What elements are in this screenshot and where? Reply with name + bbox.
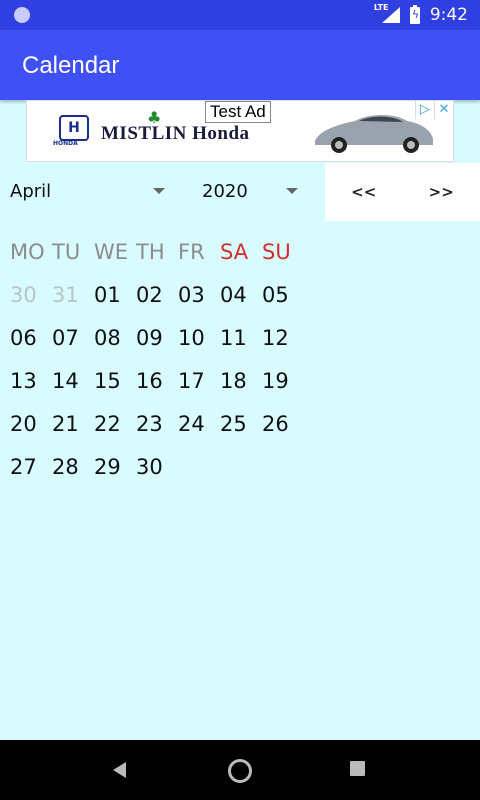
day-cell[interactable]: 17 — [168, 369, 210, 393]
week-row: 30 31 01 02 03 04 05 — [0, 273, 480, 316]
lte-signal-icon: LTE — [374, 3, 400, 25]
previous-month-button[interactable]: << — [325, 163, 403, 221]
weekday-header-row: MO TU WE TH FR SA SU — [0, 230, 480, 273]
day-cell[interactable]: 24 — [168, 412, 210, 436]
month-navigation: << >> — [325, 163, 480, 221]
ad-info-icon[interactable]: ▷ — [415, 101, 434, 119]
day-cell[interactable]: 20 — [0, 412, 42, 436]
day-cell-outside-month[interactable]: 31 — [42, 283, 84, 307]
day-cell[interactable]: 11 — [210, 326, 252, 350]
recent-apps-icon[interactable] — [350, 761, 365, 776]
weekday-header-weekend: SU — [262, 239, 291, 264]
week-row: 06 07 08 09 10 11 12 — [0, 316, 480, 359]
year-dropdown-arrow-icon — [286, 188, 298, 194]
day-cell[interactable]: 05 — [252, 283, 294, 307]
calendar-controls: April 2020 << >> — [0, 163, 480, 223]
week-row: 13 14 15 16 17 18 19 — [0, 359, 480, 402]
day-cell[interactable]: 12 — [252, 326, 294, 350]
honda-logo-icon: H — [59, 115, 89, 141]
month-select-value: April — [10, 181, 52, 202]
battery-icon: ϟ — [409, 4, 420, 24]
notification-icon — [14, 7, 30, 23]
week-row: 27 28 29 30 — [0, 445, 480, 488]
weekday-header: TU — [52, 239, 81, 264]
day-cell[interactable]: 25 — [210, 412, 252, 436]
ad-brand-text: MISTLIN Honda — [101, 123, 250, 144]
day-cell[interactable]: 26 — [252, 412, 294, 436]
day-cell[interactable]: 09 — [126, 326, 168, 350]
weekday-header: MO — [10, 239, 45, 264]
ad-banner[interactable]: H HONDA ♣ MISTLIN Honda Test Ad ▷ ✕ — [26, 100, 454, 162]
status-bar: LTE ϟ 9:42 — [0, 0, 480, 30]
day-cell[interactable]: 21 — [42, 412, 84, 436]
day-cell[interactable]: 23 — [126, 412, 168, 436]
day-cell[interactable]: 02 — [126, 283, 168, 307]
day-cell[interactable]: 13 — [0, 369, 42, 393]
back-icon[interactable] — [113, 762, 126, 778]
home-icon[interactable] — [228, 759, 252, 783]
day-cell[interactable]: 27 — [0, 455, 42, 479]
day-cell-outside-month[interactable]: 30 — [0, 283, 42, 307]
ad-test-label: Test Ad — [205, 101, 271, 123]
day-cell[interactable]: 01 — [84, 283, 126, 307]
month-select[interactable]: April — [10, 163, 175, 221]
day-cell[interactable]: 30 — [126, 455, 168, 479]
app-bar: Calendar — [0, 30, 480, 100]
day-cell[interactable]: 08 — [84, 326, 126, 350]
day-cell[interactable]: 04 — [210, 283, 252, 307]
day-cell[interactable]: 28 — [42, 455, 84, 479]
day-cell[interactable]: 29 — [84, 455, 126, 479]
year-select-value: 2020 — [202, 181, 248, 202]
day-cell[interactable]: 15 — [84, 369, 126, 393]
weekday-header: FR — [178, 239, 205, 264]
weekday-header: WE — [94, 239, 129, 264]
calendar-grid: MO TU WE TH FR SA SU 30 31 01 02 03 04 0… — [0, 230, 480, 488]
day-cell[interactable]: 14 — [42, 369, 84, 393]
day-cell[interactable]: 16 — [126, 369, 168, 393]
system-navigation-bar — [0, 740, 480, 800]
day-cell[interactable]: 07 — [42, 326, 84, 350]
ad-choices[interactable]: ▷ ✕ — [415, 101, 453, 119]
weekday-header: TH — [136, 239, 165, 264]
month-dropdown-arrow-icon — [153, 188, 165, 194]
weekday-header-weekend: SA — [220, 239, 249, 264]
next-month-button[interactable]: >> — [403, 163, 480, 221]
week-row: 20 21 22 23 24 25 26 — [0, 402, 480, 445]
day-cell[interactable]: 03 — [168, 283, 210, 307]
day-cell[interactable]: 18 — [210, 369, 252, 393]
day-cell[interactable]: 22 — [84, 412, 126, 436]
year-select[interactable]: 2020 — [202, 163, 302, 221]
honda-logo-caption: HONDA — [53, 140, 78, 147]
app-title: Calendar — [22, 52, 120, 79]
ad-close-icon[interactable]: ✕ — [434, 101, 453, 119]
day-cell[interactable]: 19 — [252, 369, 294, 393]
day-cell[interactable]: 10 — [168, 326, 210, 350]
day-cell[interactable]: 06 — [0, 326, 42, 350]
status-time: 9:42 — [429, 5, 468, 25]
